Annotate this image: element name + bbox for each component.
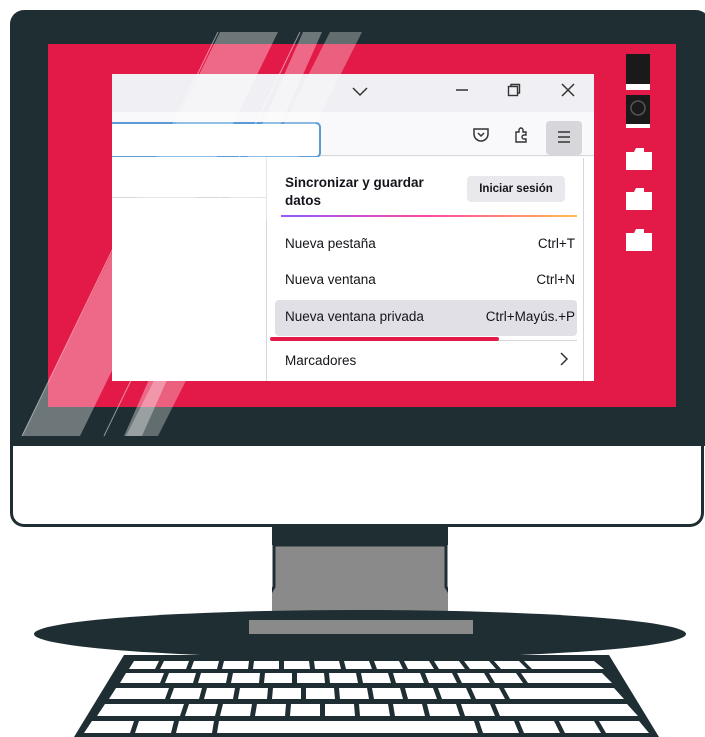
screen-glare [21, 31, 362, 437]
monitor-chin [10, 446, 704, 527]
monitor-stand-base [34, 610, 686, 658]
keyboard [74, 655, 659, 737]
